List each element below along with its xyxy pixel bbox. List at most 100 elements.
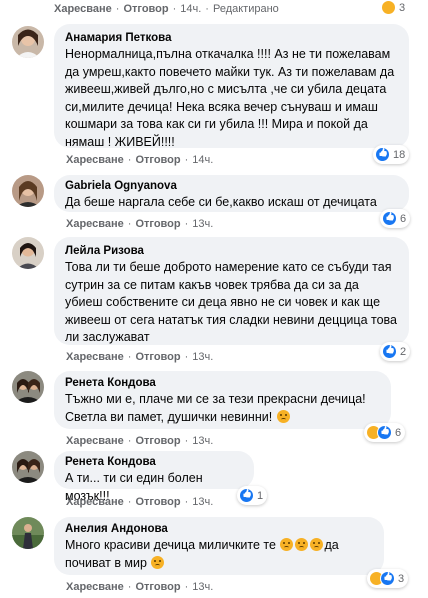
separator-dot: · bbox=[184, 581, 189, 593]
comment-bubble: Анамария Петкова Ненормалница,пълна отка… bbox=[54, 24, 409, 149]
reply-action[interactable]: Отговор bbox=[123, 3, 168, 15]
comment-bubble: Ренета Кондова Тъжно ми е, плаче ми се з… bbox=[54, 371, 391, 429]
like-action[interactable]: Харесване bbox=[66, 218, 124, 230]
sad-face-emoji-icon bbox=[310, 538, 324, 551]
comment-text: Това ли ти беше доброто намерение като с… bbox=[65, 260, 397, 344]
comment-text-line: Много красиви дечица миличките те да bbox=[65, 537, 373, 555]
separator-dot: · bbox=[127, 351, 132, 363]
separator-dot: · bbox=[184, 435, 189, 447]
separator-dot: · bbox=[127, 496, 132, 508]
reaction-summary[interactable]: 3 bbox=[367, 569, 409, 588]
separator-dot: · bbox=[127, 435, 132, 447]
separator-dot: · bbox=[184, 496, 189, 508]
timestamp[interactable]: 13ч. bbox=[192, 351, 213, 363]
reaction-count: 1 bbox=[257, 489, 264, 502]
comment-text-line: Тъжно ми е, плаче ми се за тези прекрасн… bbox=[65, 391, 380, 409]
avatar[interactable] bbox=[12, 175, 44, 207]
sad-face-emoji-icon bbox=[151, 555, 165, 569]
comment-bubble: Анелия Андонова Много красиви дечица мил… bbox=[54, 517, 384, 575]
reply-action[interactable]: Отговор bbox=[135, 581, 180, 593]
comment-text: Много красиви дечица миличките те bbox=[65, 538, 276, 552]
like-action[interactable]: Харесване bbox=[66, 351, 124, 363]
comment-text: да bbox=[324, 538, 339, 552]
comment-text-line: почиват в мир bbox=[65, 555, 373, 573]
comment-actions: Харесване · Отговор · 13ч. bbox=[66, 216, 213, 232]
like-action[interactable]: Харесване bbox=[54, 3, 112, 15]
sad-face-emoji-icon bbox=[295, 538, 309, 551]
like-reaction-icon bbox=[377, 425, 392, 440]
reply-action[interactable]: Отговор bbox=[135, 496, 180, 508]
separator-dot: · bbox=[127, 154, 132, 166]
reply-action[interactable]: Отговор bbox=[135, 435, 180, 447]
timestamp[interactable]: 13ч. bbox=[192, 218, 213, 230]
like-reaction-icon bbox=[380, 571, 395, 586]
like-reaction-icon bbox=[382, 344, 397, 359]
like-reaction-icon bbox=[239, 488, 254, 503]
like-action[interactable]: Харесване bbox=[66, 496, 124, 508]
comment-text: Светла ви памет, душички невинни! bbox=[65, 409, 273, 424]
comment-author[interactable]: Ренета Кондова bbox=[65, 376, 380, 391]
reaction-count: 3 bbox=[398, 572, 405, 585]
timestamp[interactable]: 13ч. bbox=[192, 581, 213, 593]
reaction-count: 3 bbox=[399, 1, 406, 14]
separator-dot: · bbox=[127, 581, 132, 593]
comment-text-line: Светла ви памет, душички невинни! bbox=[65, 409, 380, 427]
avatar[interactable] bbox=[12, 371, 44, 403]
reaction-count: 6 bbox=[395, 426, 402, 439]
separator-dot: · bbox=[205, 3, 209, 15]
like-action[interactable]: Харесване bbox=[66, 435, 124, 447]
reaction-count: 18 bbox=[393, 148, 406, 161]
comment-author[interactable]: Анамария Петкова bbox=[65, 31, 398, 46]
comment-text: почиват в мир bbox=[65, 555, 147, 570]
comment-actions: Харесване · Отговор · 13ч. bbox=[66, 349, 213, 365]
comment-actions-top: Харесване · Отговор · 14ч. · Редактирано bbox=[54, 0, 279, 18]
comment-author[interactable]: Лейла Ризова bbox=[65, 244, 398, 259]
reaction-summary[interactable]: 18 bbox=[373, 145, 410, 164]
timestamp[interactable]: 14ч. bbox=[192, 154, 213, 166]
comment-actions: Харесване · Отговор · 13ч. bbox=[66, 579, 213, 595]
comment-bubble: Лейла Ризова Това ли ти беше доброто нам… bbox=[54, 237, 409, 345]
reaction-count: 6 bbox=[400, 212, 407, 225]
edited-label: Редактирано bbox=[212, 3, 279, 15]
reaction-count: 2 bbox=[400, 345, 407, 358]
comment-text: Тъжно ми е, плаче ми се за тези прекрасн… bbox=[65, 392, 366, 406]
comment-author[interactable]: Gabriela Ognyanova bbox=[65, 179, 398, 194]
reply-action[interactable]: Отговор bbox=[135, 351, 180, 363]
reply-action[interactable]: Отговор bbox=[135, 218, 180, 230]
sad-face-emoji-icon bbox=[280, 538, 294, 551]
separator-dot: · bbox=[115, 3, 120, 15]
avatar[interactable] bbox=[12, 26, 44, 58]
reaction-summary[interactable]: 1 bbox=[237, 486, 268, 505]
separator-dot: · bbox=[184, 154, 189, 166]
like-action[interactable]: Харесване bbox=[66, 581, 124, 593]
comment-bubble: Gabriela Ognyanova Да беше наргала себе … bbox=[54, 175, 409, 212]
timestamp[interactable]: 14ч. bbox=[180, 3, 201, 15]
avatar[interactable] bbox=[12, 451, 44, 483]
avatar[interactable] bbox=[12, 517, 44, 549]
comment-author[interactable]: Анелия Андонова bbox=[65, 522, 373, 537]
separator-dot: · bbox=[184, 351, 189, 363]
crying-face-emoji-icon bbox=[276, 409, 290, 423]
reaction-summary-top[interactable]: 3 bbox=[381, 0, 405, 15]
timestamp[interactable]: 13ч. bbox=[192, 435, 213, 447]
comment-actions: Харесване · Отговор · 14ч. bbox=[66, 152, 213, 168]
reaction-summary[interactable]: 6 bbox=[364, 423, 406, 442]
comment-actions: Харесване · Отговор · 13ч. bbox=[66, 494, 213, 510]
separator-dot: · bbox=[172, 3, 177, 15]
like-reaction-icon bbox=[382, 211, 397, 226]
reaction-summary[interactable]: 6 bbox=[380, 209, 411, 228]
comment-text: Да беше наргала себе си бе,какво искаш о… bbox=[65, 195, 377, 209]
separator-dot: · bbox=[127, 218, 132, 230]
like-action[interactable]: Харесване bbox=[66, 154, 124, 166]
avatar[interactable] bbox=[12, 237, 44, 269]
reaction-summary[interactable]: 2 bbox=[380, 342, 411, 361]
comment-actions: Харесване · Отговор · 13ч. bbox=[66, 433, 213, 449]
sad-reaction-icon bbox=[381, 0, 396, 15]
like-reaction-icon bbox=[375, 147, 390, 162]
timestamp[interactable]: 13ч. bbox=[192, 496, 213, 508]
comment-text: Ненормалница,пълна откачалка !!!! Аз не … bbox=[65, 47, 395, 149]
comment-author[interactable]: Ренета Кондова bbox=[65, 455, 243, 470]
comment-bubble: Ренета Кондова А ти... ти си един болен … bbox=[54, 451, 254, 503]
reply-action[interactable]: Отговор bbox=[135, 154, 180, 166]
separator-dot: · bbox=[184, 218, 189, 230]
